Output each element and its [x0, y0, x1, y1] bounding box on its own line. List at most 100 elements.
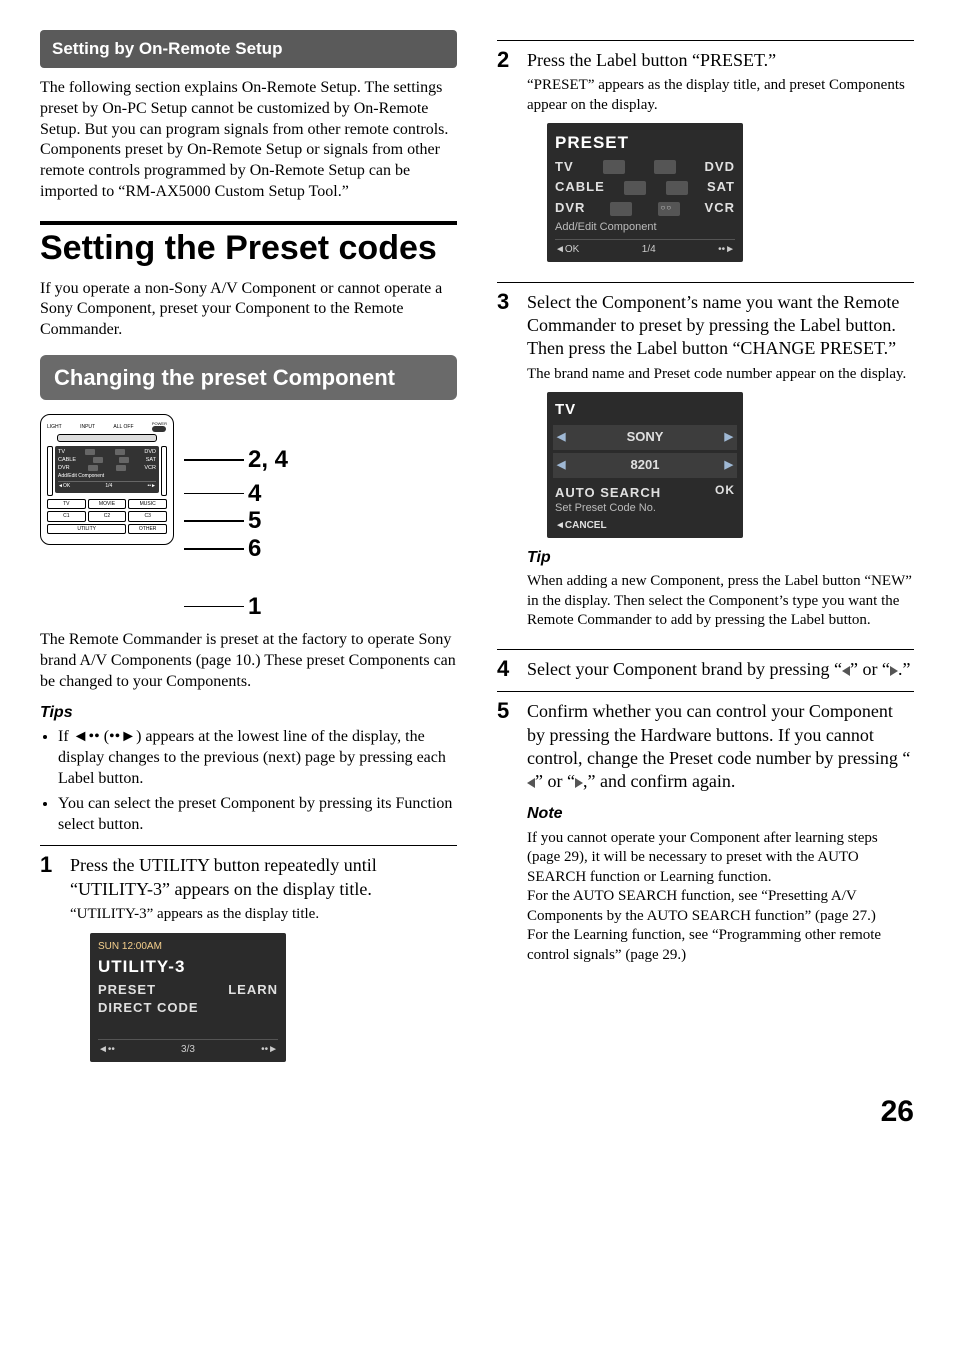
- left-arrow-icon-2: ◀: [557, 457, 565, 475]
- lcd2-dvr: DVR: [555, 198, 585, 219]
- lcd2-cable: CABLE: [555, 177, 605, 198]
- tips-list: If ◄•• (••►) appears at the lowest line …: [40, 727, 457, 835]
- step-5-text-c: ,” and confirm again.: [583, 771, 735, 791]
- callout-6: 6: [248, 535, 261, 563]
- callout-1: 1: [248, 593, 261, 621]
- lcd3-brand: SONY: [627, 427, 664, 448]
- dvr-box-icon: [610, 202, 632, 216]
- screen-dvd: DVD: [144, 449, 156, 457]
- right-arrow-icon: ▶: [725, 429, 733, 447]
- lcd3-title: TV: [555, 398, 735, 422]
- lcd2-sat: SAT: [707, 177, 735, 198]
- callout-24: 2, 4: [248, 446, 288, 474]
- right-triangle-icon: [890, 666, 898, 676]
- step-1-number: 1: [40, 854, 60, 1072]
- note-body: If you cannot operate your Component aft…: [527, 829, 914, 966]
- tip-heading: Tip: [527, 548, 914, 569]
- screen-add-edit: Add/Edit Component: [58, 473, 156, 480]
- tip-2: You can select the preset Component by p…: [58, 794, 457, 836]
- screen-vcr: VCR: [144, 465, 156, 473]
- screen-foot-mid: 1/4: [105, 483, 112, 490]
- step-5: 5 Confirm whether you can control your C…: [497, 691, 914, 973]
- step-3-note: The brand name and Preset code number ap…: [527, 365, 914, 385]
- step-4-number: 4: [497, 658, 517, 681]
- screen-foot-left: ◄OK: [58, 483, 70, 490]
- step-4-text-a: Select your Component brand by pressing …: [527, 659, 842, 679]
- step-4-text-c: .”: [898, 659, 911, 679]
- lcd1-foot-right: ••►: [261, 1042, 278, 1058]
- left-column: Setting by On-Remote Setup The following…: [40, 30, 457, 1072]
- lcd1-learn: LEARN: [228, 980, 278, 1001]
- dvr-icon: [88, 465, 98, 471]
- screen-tv: TV: [58, 449, 65, 457]
- lcd-utility3: SUN 12:00AM UTILITY-3 PRESETLEARN DIRECT…: [90, 933, 286, 1062]
- screen-foot-right: ••►: [148, 483, 156, 490]
- lcd2-foot-right: ••►: [718, 242, 735, 258]
- vcr-box-icon: [658, 202, 680, 216]
- lcd2-vcr: VCR: [705, 198, 735, 219]
- preset-intro: If you operate a non-Sony A/V Component …: [40, 279, 457, 341]
- step-1-lead: Press the UTILITY button repeatedly unti…: [70, 854, 457, 901]
- tv-box-icon: [603, 160, 625, 174]
- lcd2-dvd: DVD: [705, 157, 735, 178]
- step-2-lead: Press the Label button “PRESET.”: [527, 49, 914, 72]
- lcd2-title: PRESET: [555, 129, 735, 156]
- label-alloff: ALL OFF: [113, 424, 133, 431]
- right-column: 2 Press the Label button “PRESET.” “PRES…: [497, 30, 914, 1072]
- lcd-tv-preset: TV ◀SONY▶ ◀8201▶ AUTO SEARCHOK Set Prese…: [547, 392, 743, 537]
- tip-body: When adding a new Component, press the L…: [527, 572, 914, 631]
- cable-icon: [93, 457, 103, 463]
- tips-heading: Tips: [40, 703, 457, 724]
- right-rail-icon: [161, 446, 167, 495]
- lcd2-foot-left: ◄OK: [555, 242, 579, 258]
- btn-c1: C1: [47, 511, 86, 522]
- section-header: Setting by On-Remote Setup: [40, 30, 457, 68]
- right-triangle-icon-2: [575, 778, 583, 788]
- tip-1: If ◄•• (••►) appears at the lowest line …: [58, 727, 457, 789]
- lcd1-foot-mid: 3/3: [181, 1042, 195, 1058]
- lcd2-foot-mid: 1/4: [642, 242, 656, 258]
- left-rail-icon: [47, 446, 53, 495]
- callout-4: 4: [248, 480, 261, 508]
- factory-preset-paragraph: The Remote Commander is preset at the fa…: [40, 630, 457, 692]
- remote-buttons: TV MOVIE MUSIC C1 C2 C3 UTILITY OTHER: [47, 499, 167, 535]
- page-number: 26: [40, 1092, 914, 1131]
- btn-c3: C3: [128, 511, 167, 522]
- step-1: 1 Press the UTILITY button repeatedly un…: [40, 845, 457, 1072]
- lcd3-sub: Set Preset Code No.: [555, 500, 735, 518]
- btn-c2: C2: [88, 511, 127, 522]
- step-5-number: 5: [497, 700, 517, 973]
- sat-icon: [119, 457, 129, 463]
- step-3-lead: Select the Component’s name you want the…: [527, 291, 914, 361]
- intro-paragraph: The following section explains On-Remote…: [40, 78, 457, 203]
- lcd1-title: UTILITY-3: [98, 953, 278, 980]
- step-2: 2 Press the Label button “PRESET.” “PRES…: [497, 40, 914, 272]
- screen-dvr: DVR: [58, 465, 70, 473]
- step-3: 3 Select the Component’s name you want t…: [497, 282, 914, 639]
- sat-box-icon: [666, 181, 688, 195]
- left-triangle-icon-2: [527, 778, 535, 788]
- label-light: LIGHT: [47, 424, 62, 431]
- step-3-number: 3: [497, 291, 517, 639]
- btn-utility: UTILITY: [47, 524, 126, 535]
- lcd3-cancel: ◄CANCEL: [555, 518, 735, 534]
- vcr-icon: [116, 465, 126, 471]
- step-4-text-b: ” or “: [850, 659, 890, 679]
- step-5-text-a: Confirm whether you can control your Com…: [527, 701, 910, 768]
- step-4: 4 Select your Component brand by pressin…: [497, 649, 914, 681]
- left-arrow-icon: ◀: [557, 429, 565, 447]
- left-triangle-icon: [842, 666, 850, 676]
- step-5-text-b: ” or “: [535, 771, 575, 791]
- sub-heading: Changing the preset Component: [40, 355, 457, 400]
- lcd1-direct-code: DIRECT CODE: [98, 1001, 199, 1015]
- remote-outline: LIGHT INPUT ALL OFF POWER TVDVD CABLESAT…: [40, 414, 174, 545]
- right-arrow-icon-2: ▶: [725, 457, 733, 475]
- callout-5: 5: [248, 507, 261, 535]
- screen-cable: CABLE: [58, 457, 76, 465]
- cable-box-icon: [624, 181, 646, 195]
- step-1-note: “UTILITY-3” appears as the display title…: [70, 905, 457, 925]
- step-2-number: 2: [497, 49, 517, 272]
- step-4-lead: Select your Component brand by pressing …: [527, 658, 914, 681]
- btn-tv: TV: [47, 499, 86, 510]
- main-heading: Setting the Preset codes: [40, 221, 457, 267]
